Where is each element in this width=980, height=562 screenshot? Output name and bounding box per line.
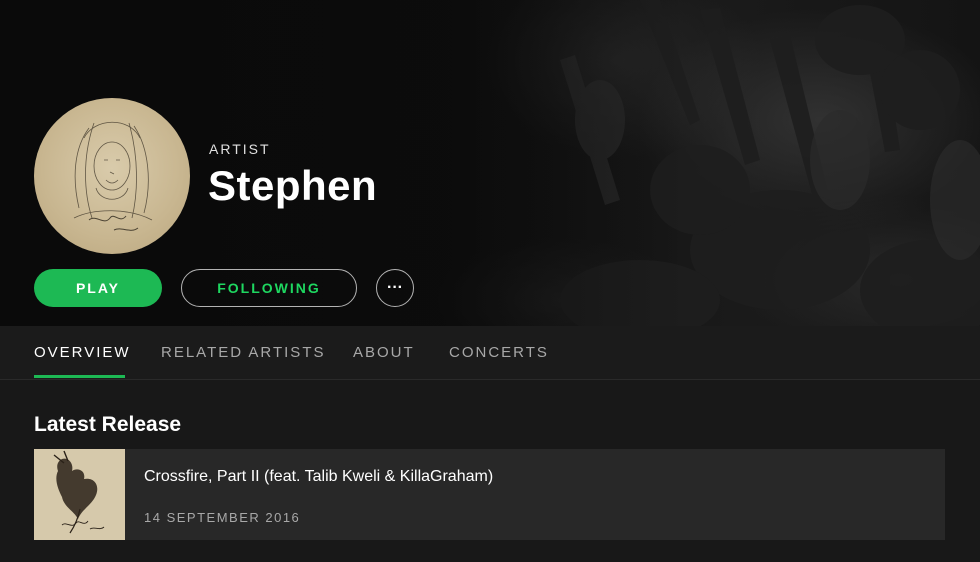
- active-tab-indicator: [34, 375, 125, 378]
- release-date: 14 SEPTEMBER 2016: [144, 510, 301, 525]
- more-options-button[interactable]: ···: [376, 269, 414, 307]
- artist-header: ARTIST Stephen PLAY FOLLOWING ···: [0, 0, 980, 326]
- tab-related-artists[interactable]: RELATED ARTISTS: [161, 344, 325, 361]
- artist-portrait-sketch: [73, 121, 153, 231]
- latest-release-heading: Latest Release: [34, 413, 182, 436]
- release-title[interactable]: Crossfire, Part II (feat. Talib Kweli & …: [144, 468, 493, 486]
- latest-release-card[interactable]: Crossfire, Part II (feat. Talib Kweli & …: [34, 449, 945, 540]
- following-button[interactable]: FOLLOWING: [181, 269, 357, 307]
- artist-name: Stephen: [208, 162, 378, 209]
- artist-type-label: ARTIST: [209, 141, 271, 157]
- more-icon: ···: [387, 279, 403, 296]
- tab-about[interactable]: ABOUT: [353, 344, 415, 361]
- release-artwork-sketch: [34, 449, 125, 540]
- release-artwork: [34, 449, 125, 540]
- tab-concerts[interactable]: CONCERTS: [449, 344, 549, 361]
- artist-avatar: [34, 98, 190, 254]
- artist-page: ARTIST Stephen PLAY FOLLOWING ··· OVERVI…: [0, 0, 980, 562]
- tab-overview[interactable]: OVERVIEW: [34, 344, 131, 361]
- artist-tabs: OVERVIEW RELATED ARTISTS ABOUT CONCERTS: [0, 326, 980, 380]
- play-button[interactable]: PLAY: [34, 269, 162, 307]
